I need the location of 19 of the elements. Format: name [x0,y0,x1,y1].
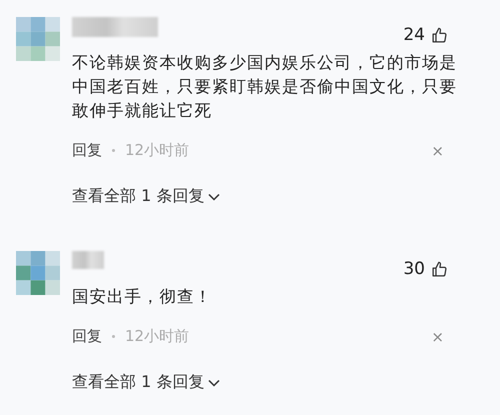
comment-text: 不论韩娱资本收购多少国内娱乐公司，它的市场是中国老百姓，只要紧盯韩娱是否偷中国文化，只要敢伸手就能让它死 [72,52,458,122]
avatar-icon [16,251,60,295]
blurred-username [72,251,104,269]
separator-dot [112,149,115,152]
reply-link[interactable]: 回复 [72,327,102,346]
separator-dot [112,335,115,338]
like-count: 24 [403,25,425,45]
thumbs-up-icon[interactable] [431,26,448,44]
view-replies-link[interactable]: 查看全部 1 条回复 [72,372,204,393]
thumbs-up-icon[interactable] [431,260,448,278]
chevron-down-icon[interactable] [208,192,220,200]
reply-link[interactable]: 回复 [72,141,102,160]
view-replies-link[interactable]: 查看全部 1 条回复 [72,186,204,207]
chevron-down-icon[interactable] [208,378,220,386]
comment-text: 国安出手，彻查！ [72,286,213,308]
comment-time: 12小时前 [125,141,190,160]
comment-time: 12小时前 [125,327,190,346]
like-count: 30 [403,259,425,279]
avatar-icon [16,17,60,61]
